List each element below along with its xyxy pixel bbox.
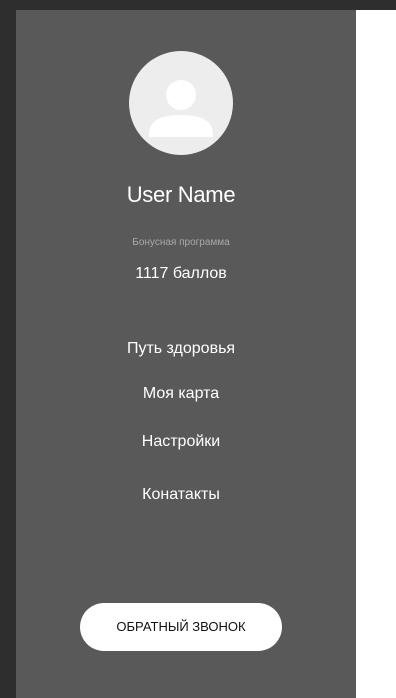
bonus-program-label: Бонусная программа (132, 237, 230, 248)
menu-item-settings[interactable]: Настройки (16, 433, 346, 451)
callback-button[interactable]: ОБРАТНЫЙ ЗВОНОК (80, 603, 282, 651)
navigation-drawer: User Name Бонусная программа 1117 баллов… (16, 10, 356, 698)
user-name: User Name (126, 182, 236, 207)
bonus-points-value: 1117 баллов (135, 265, 227, 282)
menu-item-my-card[interactable]: Моя карта (16, 385, 346, 403)
menu-item-health-path[interactable]: Путь здоровья (16, 340, 346, 358)
menu-item-contacts[interactable]: Конатакты (16, 486, 346, 504)
main-content-area (356, 10, 396, 698)
avatar[interactable] (129, 51, 233, 155)
top-bar (0, 0, 396, 10)
user-avatar-icon (149, 80, 213, 137)
